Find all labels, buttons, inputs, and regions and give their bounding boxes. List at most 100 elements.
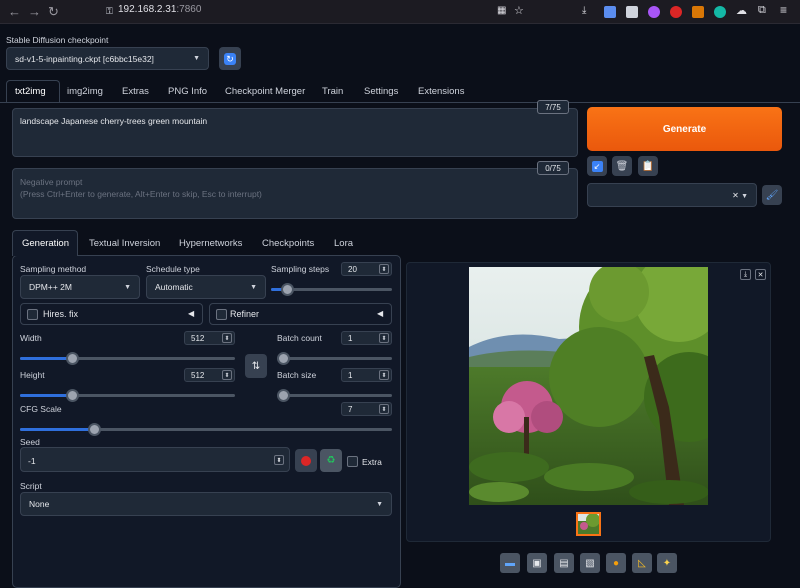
tab-train[interactable]: Train <box>322 86 343 97</box>
styles-dropdown[interactable]: ✕ ▼ <box>587 183 757 207</box>
reuse-seed-button[interactable]: ♻ <box>320 449 342 472</box>
send-to-extras-button[interactable]: ◺ <box>632 553 652 573</box>
extra-seed-checkbox[interactable] <box>347 456 358 467</box>
spinner-icon[interactable]: ⬍ <box>379 404 389 414</box>
hires-fix-accordion[interactable]: Hires. fix ◀ <box>20 303 203 325</box>
height-slider[interactable] <box>20 389 235 402</box>
checkpoint-dropdown[interactable]: sd-v1-5-inpainting.ckpt [c6bbc15e32] ▼ <box>6 47 209 70</box>
batch-count-slider[interactable] <box>277 352 392 365</box>
width-input[interactable]: 512 ⬍ <box>184 331 235 345</box>
extension-icon-2[interactable] <box>626 6 638 18</box>
spinner-icon[interactable]: ⬍ <box>274 455 284 465</box>
back-icon[interactable]: ← <box>8 4 21 19</box>
gallery-thumbnail[interactable] <box>576 512 601 536</box>
zip-button[interactable]: ▤ <box>554 553 574 573</box>
extra-seed-label: Extra <box>362 457 382 467</box>
upscale-button[interactable]: ✦ <box>657 553 677 573</box>
download-icon[interactable]: ⤓ <box>582 5 586 16</box>
landscape-picture <box>469 267 708 505</box>
tab-lora[interactable]: Lora <box>334 238 353 249</box>
generated-image[interactable] <box>469 267 708 505</box>
spinner-icon[interactable]: ⬍ <box>222 333 232 343</box>
slider-knob[interactable] <box>66 389 79 402</box>
save-button[interactable]: ▣ <box>527 553 547 573</box>
extensions-icon[interactable]: ⧉ <box>758 4 766 17</box>
batch-count-input[interactable]: 1 ⬍ <box>341 331 392 345</box>
cloud-icon[interactable]: ☁ <box>736 4 747 17</box>
edit-styles-button[interactable]: 🖌 <box>762 185 782 205</box>
sampling-steps-slider[interactable] <box>271 283 392 296</box>
random-seed-button[interactable] <box>295 449 317 472</box>
slider-knob[interactable] <box>66 352 79 365</box>
batch-size-label: Batch size <box>277 370 317 380</box>
clear-styles-icon[interactable]: ✕ <box>732 191 739 200</box>
extension-icon-5[interactable] <box>692 6 704 18</box>
tab-img2img[interactable]: img2img <box>67 86 103 97</box>
spinner-icon[interactable]: ⬍ <box>379 333 389 343</box>
spinner-icon[interactable]: ⬍ <box>379 264 389 274</box>
refiner-checkbox[interactable] <box>216 309 227 320</box>
sampling-steps-label: Sampling steps <box>271 264 330 274</box>
tab-checkpoints[interactable]: Checkpoints <box>262 238 314 249</box>
apply-styles-button[interactable]: 📋 <box>638 156 658 176</box>
tab-settings[interactable]: Settings <box>364 86 398 97</box>
clear-prompt-button[interactable]: 🗑 <box>612 156 632 176</box>
tab-extras[interactable]: Extras <box>122 86 149 97</box>
batch-size-slider[interactable] <box>277 389 392 402</box>
reload-icon[interactable]: ↻ <box>48 4 59 20</box>
swap-dimensions-button[interactable]: ⇅ <box>245 354 267 378</box>
tab-hypernetworks[interactable]: Hypernetworks <box>179 238 242 249</box>
url-bar[interactable]: 192.168.2.31:7860 <box>118 4 201 15</box>
cfg-scale-value: 7 <box>348 404 353 414</box>
spinner-icon[interactable]: ⬍ <box>222 370 232 380</box>
generate-button[interactable]: Generate <box>587 107 782 151</box>
forward-icon[interactable]: → <box>28 4 41 19</box>
tab-extensions[interactable]: Extensions <box>418 86 464 97</box>
tab-generation[interactable]: Generation <box>22 238 69 249</box>
refresh-checkpoint-button[interactable]: ↻ <box>219 47 241 70</box>
close-icon[interactable]: ✕ <box>755 269 766 280</box>
cfg-scale-input[interactable]: 7 ⬍ <box>341 402 392 416</box>
send-to-inpaint-button[interactable]: ● <box>606 553 626 573</box>
open-folder-button[interactable]: ▬ <box>500 553 520 573</box>
width-label: Width <box>20 333 42 343</box>
width-slider[interactable] <box>20 352 235 365</box>
batch-size-input[interactable]: 1 ⬍ <box>341 368 392 382</box>
tab-checkpoint-merger[interactable]: Checkpoint Merger <box>225 86 305 97</box>
checkpoint-label: Stable Diffusion checkpoint <box>6 35 109 45</box>
download-icon[interactable]: ⤓ <box>740 269 751 280</box>
prompt-textarea[interactable]: landscape Japanese cherry-trees green mo… <box>12 108 578 157</box>
slider-knob[interactable] <box>277 389 290 402</box>
ublock-icon[interactable] <box>670 6 682 18</box>
hires-fix-checkbox[interactable] <box>27 309 38 320</box>
send-to-img2img-button[interactable]: ▧ <box>580 553 600 573</box>
seed-input[interactable]: -1 ⬍ <box>20 447 290 472</box>
negative-token-counter: 0/75 <box>537 161 569 175</box>
slider-knob[interactable] <box>281 283 294 296</box>
slider-knob[interactable] <box>88 423 101 436</box>
negative-prompt-textarea[interactable]: Negative prompt (Press Ctrl+Enter to gen… <box>12 168 578 219</box>
qr-icon[interactable]: ▦ <box>497 5 506 16</box>
schedule-type-dropdown[interactable]: Automatic ▼ <box>146 275 266 299</box>
refiner-accordion[interactable]: Refiner ◀ <box>209 303 392 325</box>
chevron-down-icon: ▼ <box>741 192 748 200</box>
refresh-icon: ↻ <box>224 52 236 65</box>
extension-icon-1[interactable] <box>604 6 616 18</box>
height-input[interactable]: 512 ⬍ <box>184 368 235 382</box>
tab-png-info[interactable]: PNG Info <box>168 86 207 97</box>
sampling-steps-input[interactable]: 20 ⬍ <box>341 262 392 276</box>
tab-textual-inversion[interactable]: Textual Inversion <box>89 238 160 249</box>
slider-knob[interactable] <box>277 352 290 365</box>
extension-icon-3[interactable] <box>648 6 660 18</box>
menu-icon[interactable]: ≡ <box>780 3 787 17</box>
spinner-icon[interactable]: ⬍ <box>379 370 389 380</box>
slider-fill <box>20 428 94 431</box>
script-dropdown[interactable]: None ▼ <box>20 492 392 516</box>
cfg-scale-slider[interactable] <box>20 423 392 436</box>
read-params-button[interactable]: ↙ <box>587 156 607 176</box>
tab-txt2img[interactable]: txt2img <box>15 86 46 97</box>
cfg-scale-label: CFG Scale <box>20 404 62 414</box>
extension-icon-6[interactable] <box>714 6 726 18</box>
sampling-method-dropdown[interactable]: DPM++ 2M ▼ <box>20 275 140 299</box>
bookmark-star-icon[interactable]: ☆ <box>514 4 524 17</box>
